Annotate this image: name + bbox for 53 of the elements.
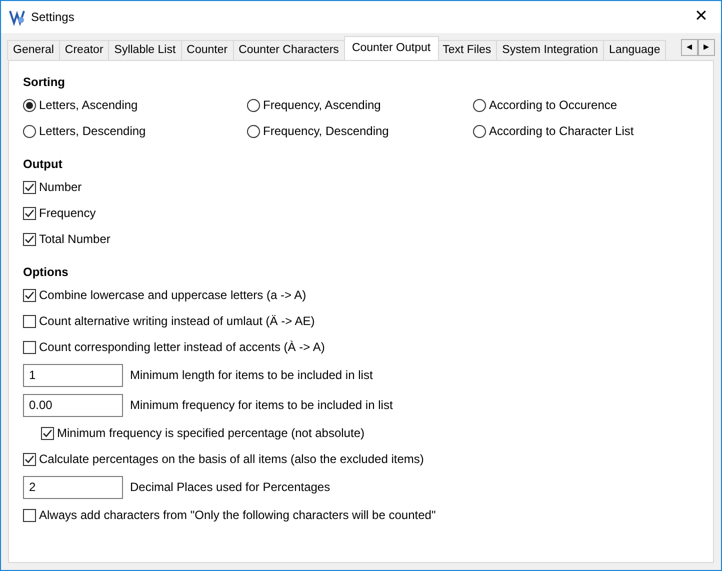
checkmark-icon (24, 182, 35, 192)
tab[interactable]: Counter Output (344, 36, 439, 60)
radio-label: According to Character List (489, 123, 634, 140)
checkbox[interactable] (23, 340, 36, 354)
radio-button[interactable] (23, 124, 36, 138)
checkbox-label: Always add characters from "Only the following characters will be counted" (39, 507, 436, 524)
checkbox[interactable] (23, 232, 36, 246)
radio-label: According to Occurence (489, 97, 618, 114)
checkbox[interactable] (23, 180, 36, 194)
field-label: Minimum frequency for items to be included in list (130, 397, 393, 414)
checkbox-label: Count corresponding letter instead of accents (À -> A) (39, 339, 325, 356)
checkmark-icon (24, 208, 35, 218)
checkbox-label: Minimum frequency is specified percentage (not absolute) (57, 425, 364, 442)
section-heading: Output (23, 156, 64, 171)
checkmark-icon (24, 234, 35, 244)
number-field[interactable]: 2 (23, 476, 123, 498)
field-label: Decimal Places used for Percentages (130, 479, 330, 496)
checkbox[interactable] (23, 508, 36, 522)
checkbox-label: Combine lowercase and uppercase letters (a -> A) (39, 287, 306, 304)
checkmark-icon (24, 290, 35, 300)
app-logo-icon (8, 8, 26, 26)
field-label: Minimum length for items to be included in list (130, 367, 373, 384)
close-button[interactable]: ✕ (681, 1, 721, 33)
checkbox[interactable] (23, 314, 36, 328)
checkmark-icon (42, 428, 53, 438)
tab-scroll-button[interactable]: ▸ (698, 39, 715, 56)
checkbox-label: Number (39, 179, 82, 196)
section-heading: Sorting (23, 74, 66, 89)
radio-label: Letters, Ascending (39, 97, 138, 114)
checkbox-label: Calculate percentages on the basis of all items (also the excluded items) (39, 451, 424, 468)
number-field[interactable]: 1 (23, 364, 123, 386)
checkbox-label: Total Number (39, 231, 110, 248)
radio-label: Frequency, Descending (263, 123, 389, 140)
radio-button[interactable] (247, 98, 260, 112)
number-field[interactable]: 0.00 (23, 394, 123, 416)
radio-button[interactable] (473, 124, 486, 138)
tab-scroll-button[interactable]: ◂ (681, 39, 698, 56)
checkbox-label: Frequency (39, 205, 96, 222)
section-heading: Options (23, 264, 70, 279)
radio-button[interactable] (23, 98, 36, 112)
window-title: Settings (31, 9, 74, 26)
radio-button[interactable] (473, 98, 486, 112)
checkbox-label: Count alternative writing instead of umlaut (Ä -> AE) (39, 313, 315, 330)
checkbox[interactable] (23, 288, 36, 302)
radio-label: Frequency, Ascending (263, 97, 381, 114)
tab[interactable]: Language (603, 40, 666, 60)
tab[interactable]: General (7, 40, 60, 60)
checkbox[interactable] (41, 426, 54, 440)
checkmark-icon (24, 454, 35, 464)
radio-button[interactable] (247, 124, 260, 138)
radio-label: Letters, Descending (39, 123, 146, 140)
checkbox[interactable] (23, 452, 36, 466)
checkbox[interactable] (23, 206, 36, 220)
